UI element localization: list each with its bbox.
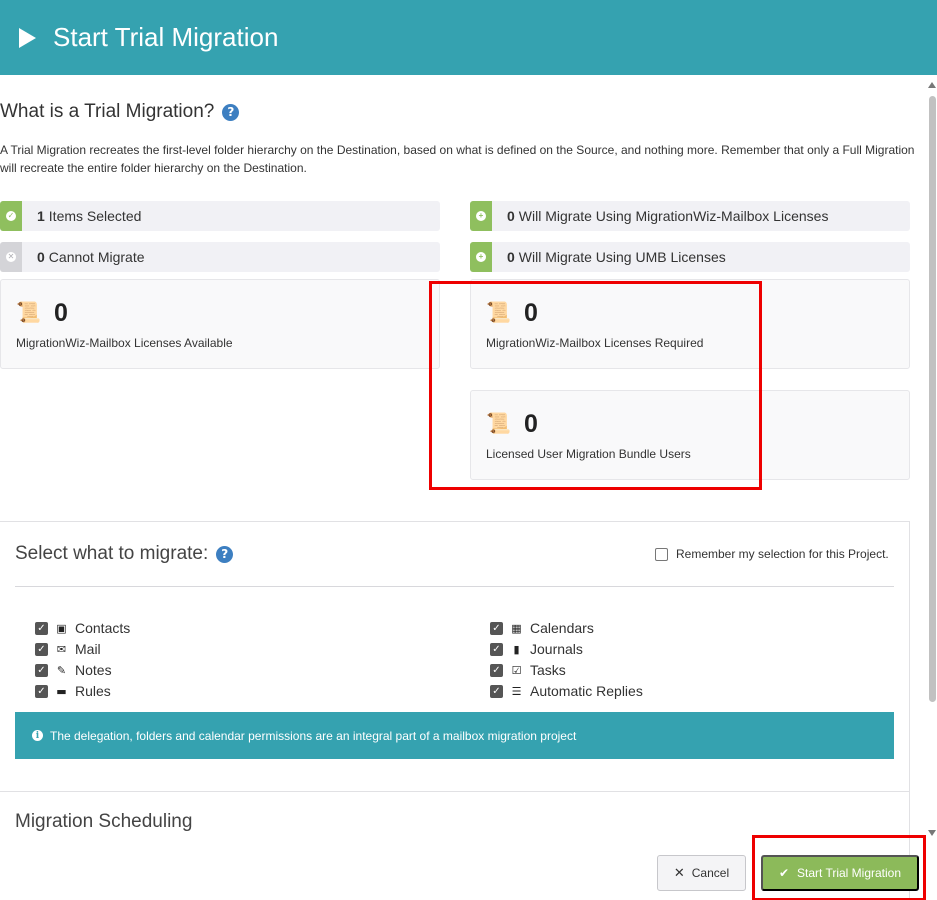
help-icon[interactable]: ? bbox=[216, 545, 234, 563]
book-icon: ▮ bbox=[513, 642, 520, 656]
play-icon bbox=[19, 27, 36, 48]
card-value: 0 bbox=[54, 299, 68, 327]
stat-label: Will Migrate Using MigrationWiz-Mailbox … bbox=[518, 208, 829, 224]
folder-icon: ▬ bbox=[56, 684, 67, 698]
stat-count: 1 bbox=[37, 208, 45, 224]
dialog-title: Start Trial Migration bbox=[53, 22, 279, 52]
option-rules[interactable]: ✓ ▬ Rules bbox=[35, 682, 111, 700]
option-label: Tasks bbox=[530, 662, 566, 678]
checked-checkbox[interactable]: ✓ bbox=[490, 663, 503, 677]
checked-checkbox[interactable]: ✓ bbox=[490, 621, 503, 635]
scheduling-title: Migration Scheduling bbox=[15, 811, 193, 832]
divider bbox=[15, 586, 894, 587]
scroll-up-arrow[interactable] bbox=[928, 82, 936, 88]
calendar-icon: ▦ bbox=[511, 621, 522, 635]
intro-text: A Trial Migration recreates the first-le… bbox=[0, 143, 915, 175]
stat-cannot-migrate: ✕ 0 Cannot Migrate bbox=[0, 242, 440, 272]
dialog-header: Start Trial Migration bbox=[0, 0, 937, 75]
remember-checkbox[interactable] bbox=[655, 547, 668, 561]
info-icon: i bbox=[32, 730, 43, 741]
option-label: Mail bbox=[75, 641, 101, 657]
option-label: Notes bbox=[75, 662, 112, 678]
trial-migration-heading: What is a Trial Migration? bbox=[0, 101, 215, 122]
info-bar: i The delegation, folders and calendar p… bbox=[15, 712, 894, 759]
scroll-down-arrow[interactable] bbox=[928, 830, 936, 836]
option-label: Rules bbox=[75, 683, 111, 699]
cancel-button[interactable]: ✕ Cancel bbox=[657, 855, 746, 891]
stat-mwiz-licenses: + 0 Will Migrate Using MigrationWiz-Mail… bbox=[470, 201, 910, 231]
option-journals[interactable]: ✓ ▮ Journals bbox=[490, 640, 583, 658]
divider bbox=[0, 791, 910, 792]
highlight-box-start-button bbox=[752, 835, 926, 900]
stat-items-selected: ✓ 1 Items Selected bbox=[0, 201, 440, 231]
stat-count: 0 bbox=[37, 249, 45, 265]
notes-icon: ✎ bbox=[56, 663, 67, 677]
x-circle-icon: ✕ bbox=[0, 242, 22, 272]
stat-label: Items Selected bbox=[48, 208, 142, 224]
option-calendars[interactable]: ✓ ▦ Calendars bbox=[490, 619, 594, 637]
check-circle-icon: ✓ bbox=[0, 201, 22, 231]
option-tasks[interactable]: ✓ ☑ Tasks bbox=[490, 661, 566, 679]
help-icon[interactable]: ? bbox=[222, 103, 240, 121]
checked-checkbox[interactable]: ✓ bbox=[35, 663, 48, 677]
plus-circle-icon: + bbox=[470, 201, 492, 231]
remember-selection[interactable]: Remember my selection for this Project. bbox=[655, 547, 889, 561]
option-notes[interactable]: ✓ ✎ Notes bbox=[35, 661, 112, 679]
contacts-icon: ▣ bbox=[56, 621, 67, 635]
checked-checkbox[interactable]: ✓ bbox=[490, 684, 503, 698]
remember-label: Remember my selection for this Project. bbox=[676, 547, 889, 561]
checked-checkbox[interactable]: ✓ bbox=[35, 621, 48, 635]
stat-umb-licenses: + 0 Will Migrate Using UMB Licenses bbox=[470, 242, 910, 272]
checked-checkbox[interactable]: ✓ bbox=[35, 684, 48, 698]
option-label: Automatic Replies bbox=[530, 683, 643, 699]
plus-circle-icon: + bbox=[470, 242, 492, 272]
option-label: Contacts bbox=[75, 620, 131, 636]
stat-label: Will Migrate Using UMB Licenses bbox=[518, 249, 726, 265]
clipboard-icon: ☑ bbox=[511, 663, 522, 677]
info-text: The delegation, folders and calendar per… bbox=[50, 728, 577, 743]
stat-count: 0 bbox=[507, 249, 515, 265]
close-icon: ✕ bbox=[673, 865, 685, 881]
option-automatic-replies[interactable]: ✓ ☰ Automatic Replies bbox=[490, 682, 643, 700]
card-licenses-available: 📜 0 MigrationWiz-Mailbox Licenses Availa… bbox=[0, 279, 440, 369]
highlight-box-cards bbox=[429, 281, 762, 490]
option-label: Calendars bbox=[530, 620, 594, 636]
section-title: What is a Trial Migration? ? bbox=[0, 101, 240, 123]
stat-label: Cannot Migrate bbox=[48, 249, 145, 265]
list-icon: ☰ bbox=[511, 684, 522, 698]
option-mail[interactable]: ✓ ✉ Mail bbox=[35, 640, 101, 658]
checked-checkbox[interactable]: ✓ bbox=[35, 642, 48, 656]
certificate-icon: 📜 bbox=[16, 302, 41, 324]
card-label: MigrationWiz-Mailbox Licenses Available bbox=[16, 336, 233, 350]
option-contacts[interactable]: ✓ ▣ Contacts bbox=[35, 619, 130, 637]
select-title: Select what to migrate: ? bbox=[15, 543, 234, 565]
option-label: Journals bbox=[530, 641, 583, 657]
mail-icon: ✉ bbox=[56, 642, 67, 656]
checked-checkbox[interactable]: ✓ bbox=[490, 642, 503, 656]
select-heading: Select what to migrate: bbox=[15, 543, 209, 564]
scrollbar-thumb[interactable] bbox=[929, 96, 936, 702]
stat-count: 0 bbox=[507, 208, 515, 224]
cancel-label: Cancel bbox=[691, 866, 730, 880]
